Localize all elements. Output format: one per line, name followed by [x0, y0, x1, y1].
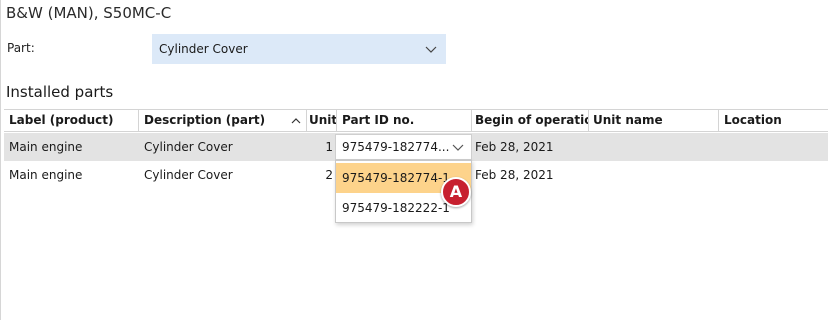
column-header-label-product[interactable]: Label (product): [4, 110, 139, 131]
part-select-value: Cylinder Cover: [159, 42, 248, 56]
column-header-unit[interactable]: Unit: [307, 110, 337, 131]
part-id-combobox-value: 975479-182774...: [342, 140, 450, 154]
part-select[interactable]: Cylinder Cover: [152, 34, 446, 64]
cell-unit-name: [589, 161, 719, 189]
chevron-down-icon: [425, 46, 437, 53]
cell-unit: 2: [325, 168, 333, 182]
callout-marker-a: A: [441, 177, 471, 207]
column-header-begin-of-operation[interactable]: Begin of operation: [472, 110, 589, 131]
cell-begin-of-operation: Feb 28, 2021: [475, 140, 554, 154]
cell-location: [719, 133, 828, 161]
part-label: Part:: [7, 41, 35, 55]
installed-parts-title: Installed parts: [6, 83, 114, 101]
column-header-description-text: Description (part): [144, 113, 266, 127]
column-header-unit-name[interactable]: Unit name: [589, 110, 719, 131]
column-header-part-id[interactable]: Part ID no.: [337, 110, 472, 131]
window-left-border: [0, 0, 1, 320]
column-header-location[interactable]: Location: [719, 110, 828, 131]
cell-unit: 1: [325, 140, 333, 154]
column-header-description-part[interactable]: Description (part): [139, 110, 307, 131]
window-title: B&W (MAN), S50MC-C: [6, 4, 172, 22]
cell-location: [719, 161, 828, 189]
chevron-down-icon: [452, 144, 464, 151]
cell-description: Cylinder Cover: [144, 168, 233, 182]
cell-unit-name: [589, 133, 719, 161]
cell-label-product: Main engine: [9, 140, 83, 154]
cell-label-product: Main engine: [9, 168, 83, 182]
sort-ascending-icon: [291, 118, 301, 124]
cell-description: Cylinder Cover: [144, 140, 233, 154]
cell-begin-of-operation: Feb 28, 2021: [475, 168, 554, 182]
part-id-combobox[interactable]: 975479-182774...: [335, 134, 472, 160]
installed-parts-header: Label (product) Description (part) Unit …: [4, 109, 828, 132]
